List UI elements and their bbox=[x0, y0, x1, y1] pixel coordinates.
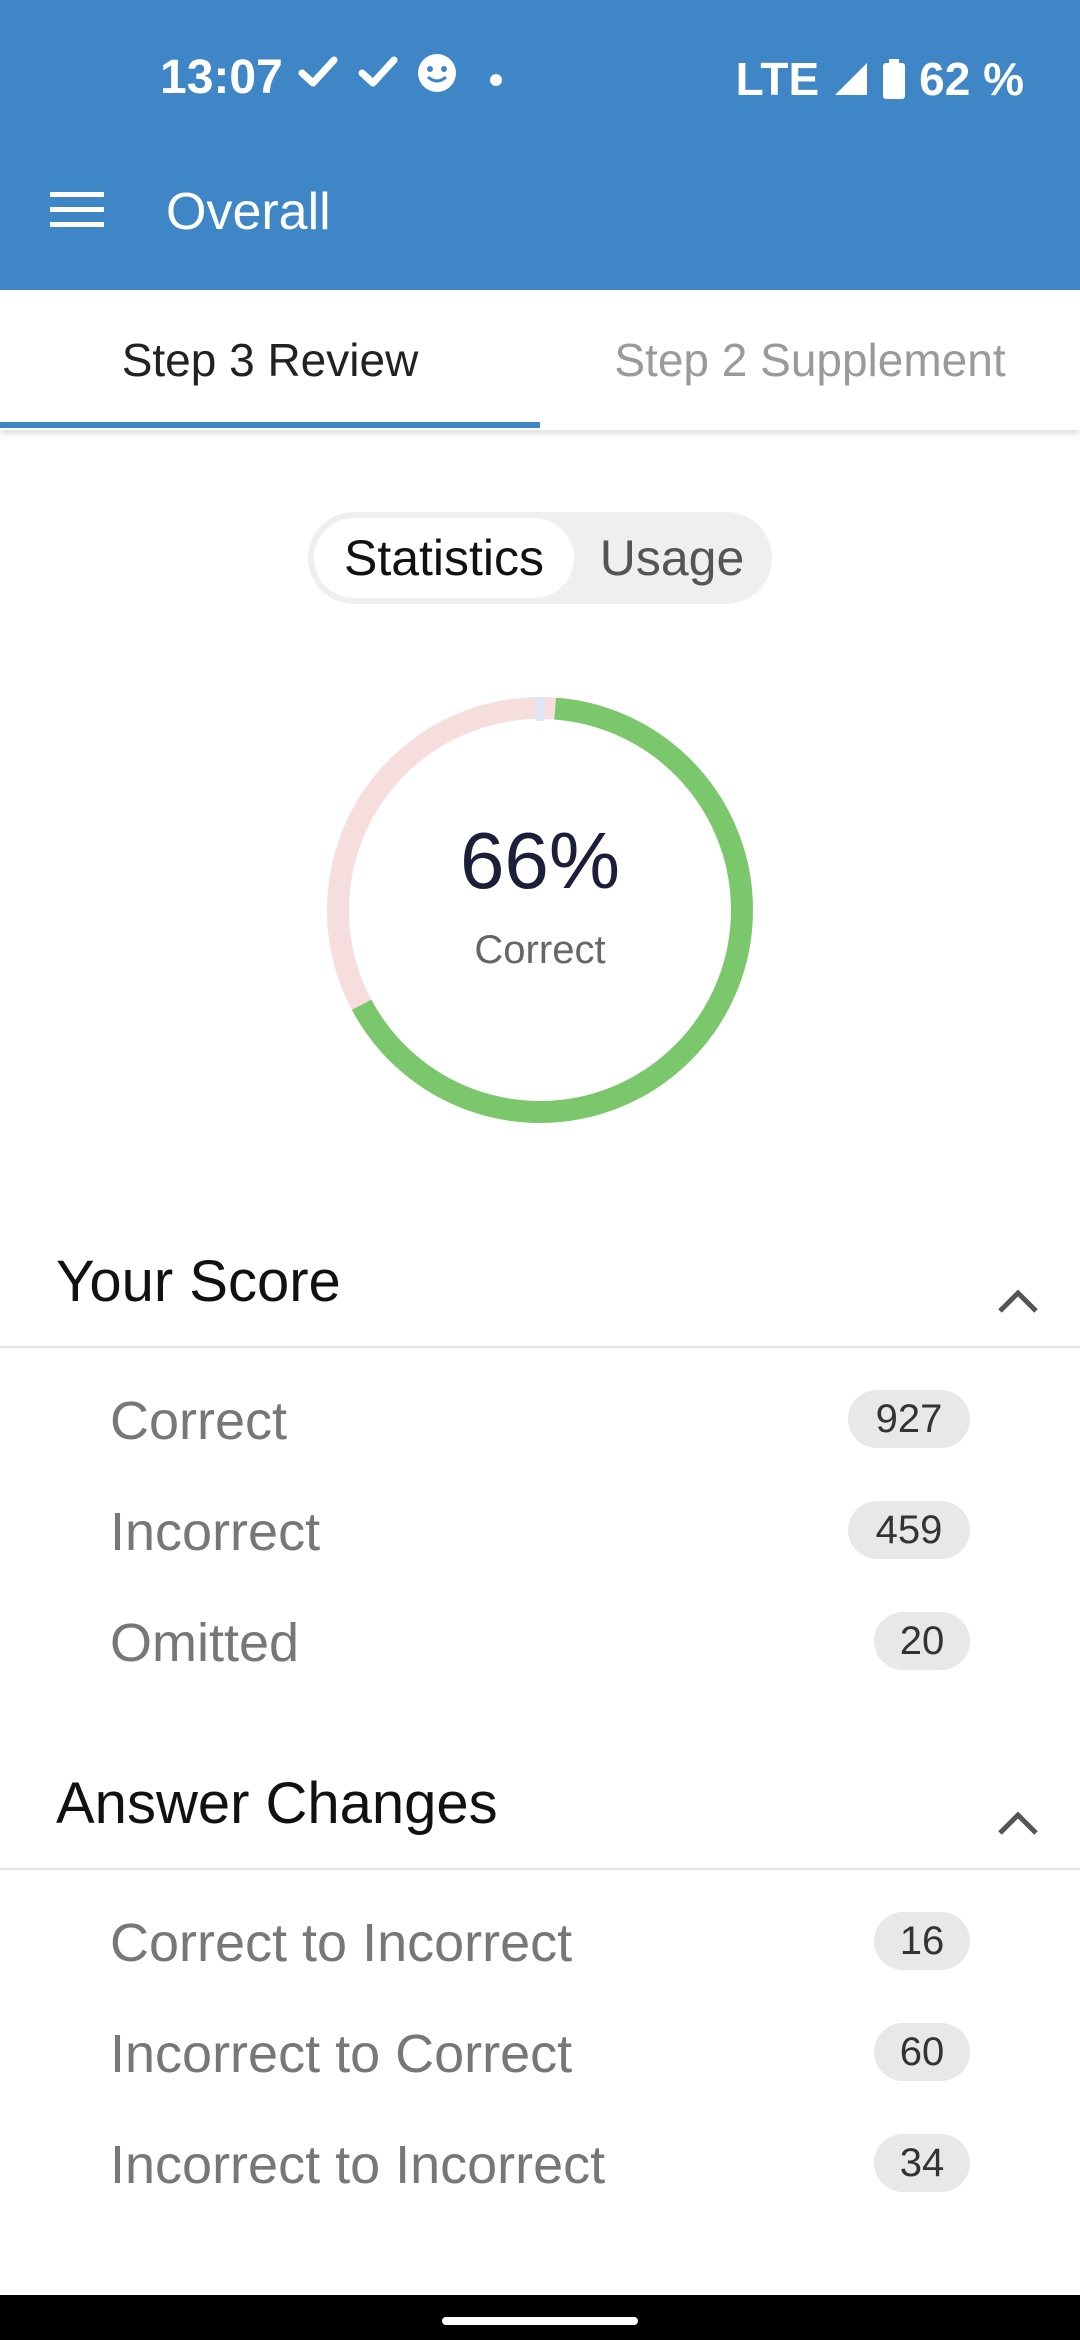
page-title: Overall bbox=[166, 183, 331, 241]
tab-bar: Step 3 Review Step 2 Supplement bbox=[0, 290, 1080, 430]
tab-step-3-review[interactable]: Step 3 Review bbox=[0, 290, 540, 430]
donut-omitted-arc bbox=[536, 697, 544, 721]
hamburger-menu-icon[interactable] bbox=[50, 190, 104, 230]
section-title-your-score: Your Score bbox=[56, 1249, 341, 1314]
segment-usage[interactable]: Usage bbox=[578, 518, 766, 598]
battery-icon bbox=[883, 59, 906, 99]
change-badge-incorrect-to-correct: 60 bbox=[874, 2023, 970, 2081]
status-right: LTE 62 % bbox=[736, 52, 1024, 106]
segment-statistics[interactable]: Statistics bbox=[314, 518, 574, 598]
score-row-label-incorrect: Incorrect bbox=[110, 1502, 321, 1562]
tab-indicator bbox=[0, 422, 540, 428]
score-row-label-correct: Correct bbox=[110, 1391, 288, 1451]
segmented-control: Statistics Usage bbox=[308, 512, 772, 604]
network-label: LTE bbox=[735, 53, 820, 105]
home-gesture-handle[interactable] bbox=[442, 2317, 638, 2325]
chevron-up-icon[interactable] bbox=[994, 1285, 1042, 1315]
change-row-label-incorrect-to-incorrect: Incorrect to Incorrect bbox=[110, 2135, 606, 2195]
score-row-label-omitted: Omitted bbox=[110, 1613, 300, 1673]
section-divider bbox=[0, 1868, 1080, 1870]
change-row-label-incorrect-to-correct: Incorrect to Correct bbox=[110, 2024, 573, 2084]
correct-percentage: 66% bbox=[459, 816, 621, 905]
tab-step-2-supplement[interactable]: Step 2 Supplement bbox=[540, 290, 1080, 430]
section-divider bbox=[0, 1346, 1080, 1348]
battery-level: 62 % bbox=[919, 53, 1024, 105]
score-badge-correct: 927 bbox=[848, 1390, 970, 1448]
score-badge-omitted: 20 bbox=[874, 1612, 970, 1670]
check-icon bbox=[298, 56, 338, 87]
score-donut-chart bbox=[327, 697, 753, 1123]
signal-icon bbox=[835, 63, 868, 95]
score-badge-incorrect: 459 bbox=[848, 1501, 970, 1559]
notification-dot-icon bbox=[490, 74, 502, 86]
section-title-answer-changes: Answer Changes bbox=[56, 1771, 498, 1836]
check-icon bbox=[358, 56, 398, 87]
change-badge-incorrect-to-incorrect: 34 bbox=[874, 2134, 970, 2192]
chevron-up-icon[interactable] bbox=[994, 1807, 1042, 1837]
correct-percentage-label: Correct bbox=[474, 928, 606, 972]
status-bar: 13:07 LTE 62 % bbox=[0, 0, 1080, 165]
status-time: 13:07 bbox=[160, 51, 283, 104]
smiley-icon bbox=[418, 54, 456, 92]
change-row-label-correct-to-incorrect: Correct to Incorrect bbox=[110, 1913, 573, 1973]
change-badge-correct-to-incorrect: 16 bbox=[874, 1912, 970, 1970]
